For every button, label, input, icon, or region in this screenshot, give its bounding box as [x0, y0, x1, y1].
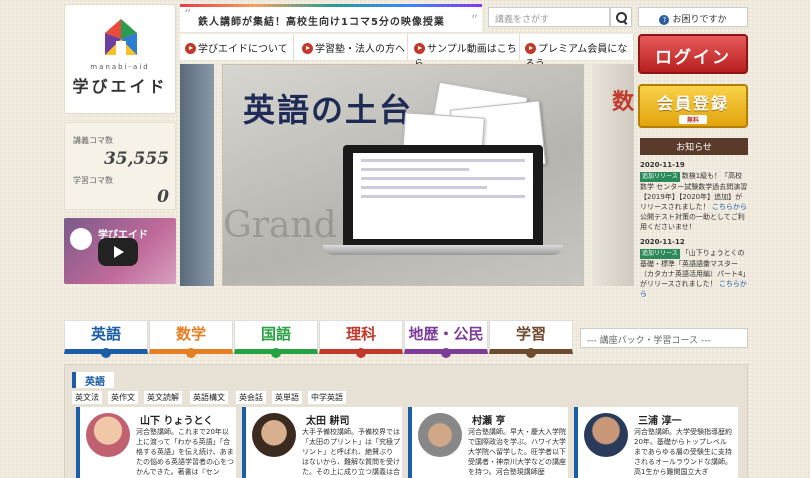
- main-nav: 学びエイドについて 学習塾・法人の方へ サンプル動画はこちら プレミアム会員にな…: [180, 34, 634, 70]
- login-button[interactable]: ログイン: [638, 34, 748, 74]
- chip-vocabulary[interactable]: 英単語: [272, 391, 302, 404]
- register-free-badge: 無料: [679, 115, 707, 124]
- study-count-value: 0: [157, 187, 169, 207]
- play-icon[interactable]: [98, 238, 138, 266]
- teacher-name: 村瀬 亨: [472, 416, 506, 427]
- nav-premium[interactable]: プレミアム会員になろう: [520, 34, 634, 70]
- news-date: 2020-11-12: [640, 238, 685, 246]
- chip-reading[interactable]: 英文読解: [144, 391, 182, 404]
- teacher-description: 河合塾講師。早大・慶大入学院で国際政治を学ぶ。ハワイ大学大学院へ留学した。旺学者…: [468, 428, 566, 476]
- teacher-name: 山下 りょうとく: [140, 416, 214, 427]
- search-icon[interactable]: [610, 7, 632, 27]
- nav-about-label: 学びエイドについて: [198, 44, 288, 55]
- video-logo-icon: [70, 228, 92, 250]
- register-button[interactable]: 会員登録 無料: [638, 84, 748, 128]
- close-quote-icon: ”: [470, 13, 478, 29]
- nav-school-label: 学習塾・法人の方へ: [315, 44, 405, 55]
- tab-english-label: 英語: [90, 325, 121, 343]
- tab-math[interactable]: 数学: [149, 320, 233, 358]
- arrow-right-icon: [185, 43, 196, 54]
- tab-study-label: 学習: [515, 325, 546, 343]
- tab-japanese-label: 国語: [260, 325, 291, 343]
- news-item: 追加リリース 「山下りょうとくの基礎・標準「英語語彙マスター（カタカナ英語活用編）…: [640, 248, 748, 299]
- tab-social-label: 地歴・公民: [408, 325, 484, 343]
- chevron-down-icon: [356, 348, 366, 358]
- open-quote-icon: “: [184, 7, 192, 23]
- chevron-down-icon: [271, 348, 281, 358]
- chevron-down-icon: [526, 348, 536, 358]
- logo-name: 学びエイド: [72, 77, 168, 96]
- teacher-avatar: [584, 413, 628, 457]
- chip-junior-english[interactable]: 中学英語: [308, 391, 346, 404]
- news-tag: 追加リリース: [640, 249, 680, 259]
- tab-social[interactable]: 地歴・公民: [404, 320, 488, 358]
- tab-english[interactable]: 英語: [64, 320, 148, 358]
- tab-science[interactable]: 理科: [319, 320, 403, 358]
- arrow-right-icon: [302, 43, 313, 54]
- news-panel: お知らせ 2020-11-19 追加リリース 数検1級も！「高校数学 センター試験…: [640, 138, 748, 302]
- nav-about[interactable]: 学びエイドについて: [180, 34, 294, 60]
- chip-conversation[interactable]: 英会話: [236, 391, 266, 404]
- chevron-down-icon: [441, 348, 451, 358]
- arrow-right-icon: [525, 43, 536, 54]
- study-count-label: 学習コマ数: [73, 176, 113, 185]
- tab-japanese[interactable]: 国語: [234, 320, 318, 358]
- nav-school[interactable]: 学習塾・法人の方へ: [294, 34, 408, 60]
- hero-slide[interactable]: Grand Floral 英語の土台: [222, 64, 584, 286]
- question-icon: ?: [659, 15, 670, 25]
- news-date: 2020-11-19: [640, 161, 685, 169]
- teacher-avatar: [418, 413, 462, 457]
- nav-sample[interactable]: サンプル動画はこちら: [408, 34, 520, 70]
- news-heading: お知らせ: [640, 138, 748, 155]
- lecture-count-value: 35,555: [103, 149, 169, 169]
- news-tag: 追加リリース: [640, 172, 680, 182]
- teacher-avatar: [86, 413, 130, 457]
- teacher-description: 河合塾講師。これまで20年以上に渡って「わかる英語」「合格する英語」を伝え続け、…: [136, 428, 234, 476]
- teacher-card[interactable]: 村瀬 亨 河合塾講師。早大・慶大入学院で国際政治を学ぶ。ハワイ大学大学院へ留学し…: [408, 407, 568, 478]
- course-select[interactable]: --- 講座パック・学習コース ---: [580, 328, 748, 348]
- logo-mark-icon: [105, 19, 137, 55]
- teacher-name: 三浦 淳一: [638, 416, 682, 427]
- tagline-text: 鉄人講師が集結！高校生向け1コマ5分の映像授業: [198, 17, 445, 28]
- teacher-card[interactable]: 山下 りょうとく 河合塾講師。これまで20年以上に渡って「わかる英語」「合格する…: [76, 407, 236, 478]
- news-tail: 公開テスト対策の一助としてご利用くださいませ！: [640, 213, 745, 231]
- logo-subtitle: manabi-aid: [90, 63, 150, 71]
- intro-video[interactable]: 学びエイド: [64, 218, 176, 284]
- laptop-base: [323, 245, 563, 255]
- english-section-label: 英語: [72, 372, 114, 388]
- arrow-right-icon: [414, 43, 425, 54]
- laptop-screen: [353, 153, 533, 239]
- tab-study[interactable]: 学習: [489, 320, 573, 358]
- hero-title: 英語の土台: [243, 91, 414, 129]
- next-slide-text: 数: [612, 90, 634, 115]
- teacher-avatar: [252, 413, 296, 457]
- help-label: お困りですか: [672, 15, 727, 25]
- chip-grammar[interactable]: 英文法: [72, 391, 102, 404]
- teacher-name: 太田 耕司: [306, 416, 350, 427]
- tab-science-label: 理科: [345, 325, 376, 343]
- chevron-down-icon: [101, 348, 111, 358]
- teacher-description: 大手予備校講師。予備校界では「太田のプリント」は「究極プリント」と呼ばれ、絶賛ぶ…: [302, 428, 400, 476]
- search-input[interactable]: 講義をさがす: [488, 7, 610, 27]
- lecture-count-label: 講義コマ数: [73, 136, 113, 145]
- chip-composition[interactable]: 英作文: [108, 391, 138, 404]
- chevron-down-icon: [186, 348, 196, 358]
- news-item: 追加リリース 数検1級も！「高校数学 センター試験数学過去問演習【2019年】【2…: [640, 171, 748, 232]
- tagline-banner: “ 鉄人講師が集結！高校生向け1コマ5分の映像授業 ”: [180, 4, 482, 32]
- register-label: 会員登録: [656, 94, 729, 113]
- chip-syntax[interactable]: 英語構文: [190, 391, 228, 404]
- news-link[interactable]: こちらから: [712, 203, 747, 211]
- teacher-card[interactable]: 太田 耕司 大手予備校講師。予備校界では「太田のプリント」は「究極プリント」と呼…: [242, 407, 402, 478]
- teacher-description: 河合塾講師。大学受験指導歴約20年。基礎からトップレベルまであらゆる層の受験生に…: [634, 428, 732, 476]
- site-logo[interactable]: manabi-aid 学びエイド: [64, 4, 176, 114]
- lecture-counter: 講義コマ数 35,555 学習コマ数 0: [64, 122, 176, 210]
- carousel-prev-slide[interactable]: [180, 64, 214, 286]
- help-button[interactable]: ? お困りですか: [638, 7, 748, 27]
- carousel-next-slide[interactable]: 数: [592, 64, 634, 286]
- teacher-card[interactable]: 三浦 淳一 河合塾講師。大学受験指導歴約20年。基礎からトップレベルまであらゆる…: [574, 407, 738, 478]
- tab-math-label: 数学: [175, 325, 206, 343]
